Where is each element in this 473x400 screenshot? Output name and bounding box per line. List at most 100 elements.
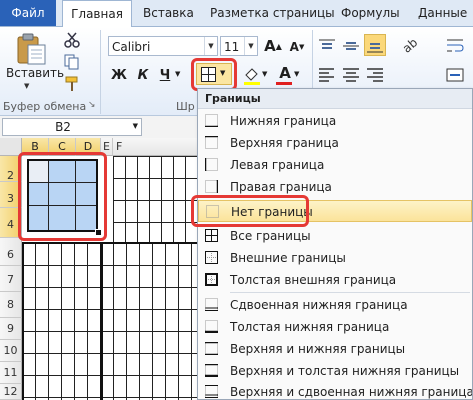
top-double-bottom-border-icon: [205, 385, 218, 398]
align-top-icon[interactable]: [318, 38, 336, 54]
svg-text:ab: ab: [400, 36, 418, 54]
menu-item-label: Верхняя и сдвоенная нижняя граница: [230, 385, 472, 399]
chevron-down-icon[interactable]: ▼: [262, 70, 267, 78]
paste-icon[interactable]: [14, 32, 48, 66]
font-group-label: Шр: [176, 100, 195, 113]
grow-font-label: A: [264, 37, 276, 55]
align-center-icon[interactable]: [342, 66, 360, 82]
underline-button[interactable]: Ч: [156, 66, 174, 84]
align-right-icon[interactable]: [366, 66, 384, 82]
tab-data[interactable]: Данные: [418, 0, 467, 26]
borders-button[interactable]: ▼: [196, 63, 232, 85]
font-size-value: 11: [224, 40, 240, 54]
bottom-border-icon: [205, 114, 218, 127]
top-border-icon: [205, 136, 218, 149]
chevron-down-icon[interactable]: ▼: [133, 122, 138, 130]
row-header-10[interactable]: 10: [0, 340, 22, 362]
tab-file[interactable]: Файл: [0, 0, 56, 26]
menu-item-top-double-bottom-border[interactable]: Верхняя и сдвоенная нижняя граница: [198, 381, 472, 400]
thick-outside-border-icon: [205, 273, 218, 286]
menu-item-top-border[interactable]: Верхняя граница: [198, 132, 472, 154]
chevron-down-icon[interactable]: ▼: [204, 37, 217, 55]
format-painter-icon[interactable]: [64, 76, 80, 92]
menu-separator: [230, 292, 470, 293]
tab-formulas[interactable]: Формулы: [341, 0, 400, 26]
menu-item-double-bottom-border[interactable]: Сдвоенная нижняя граница: [198, 294, 472, 316]
menu-item-outside-borders[interactable]: Внешние границы: [198, 247, 472, 269]
group-separator: [100, 30, 101, 114]
tab-home[interactable]: Главная: [62, 0, 132, 28]
align-bottom-icon: [367, 43, 383, 53]
shrink-font-label: A: [289, 40, 299, 54]
font-size-combo[interactable]: 11 ▼: [220, 36, 258, 56]
italic-button[interactable]: К: [134, 66, 152, 84]
clipboard-group-label: Буфер обмена: [3, 100, 87, 113]
fill-color-icon[interactable]: [242, 66, 262, 86]
tab-page-layout[interactable]: Разметка страницы: [210, 0, 335, 26]
bold-button[interactable]: Ж: [110, 66, 128, 84]
cut-icon[interactable]: [64, 32, 80, 48]
dialog-launcher-icon[interactable]: ↘: [88, 100, 96, 110]
right-border-icon: [205, 180, 218, 193]
all-borders-icon: [201, 67, 216, 82]
copy-icon[interactable]: [64, 54, 80, 70]
thick-border-middle: [100, 242, 103, 400]
cell-grid[interactable]: [22, 243, 200, 400]
cell-grid-right[interactable]: [113, 156, 200, 242]
menu-item-bottom-border[interactable]: Нижняя граница: [198, 110, 472, 132]
menu-item-label: Толстая внешняя граница: [230, 273, 397, 287]
align-middle-icon[interactable]: [342, 38, 360, 54]
outside-borders-icon: [205, 251, 218, 264]
chevron-down-icon[interactable]: ▼: [220, 69, 225, 77]
menu-item-label: Внешние границы: [230, 251, 346, 265]
top-thick-bottom-border-icon: [205, 364, 218, 377]
menu-item-all-borders[interactable]: Все границы: [198, 225, 472, 247]
row-header-12[interactable]: 12: [0, 384, 22, 400]
menu-item-label: Нижняя граница: [230, 114, 337, 128]
align-left-icon[interactable]: [318, 66, 336, 82]
thick-bottom-border-icon: [205, 320, 218, 333]
align-bottom-button[interactable]: [364, 34, 386, 56]
no-border-highlight: [191, 195, 309, 227]
orientation-icon[interactable]: ab: [400, 35, 420, 55]
grow-font-button[interactable]: A ▲: [263, 36, 283, 56]
name-box[interactable]: B2 ▼: [2, 118, 142, 136]
menu-item-label: Толстая нижняя граница: [230, 320, 390, 334]
menu-item-label: Все границы: [230, 229, 311, 243]
font-color-button[interactable]: A: [276, 64, 294, 82]
menu-item-label: Верхняя и толстая нижняя границы: [230, 364, 460, 378]
name-box-value: B2: [55, 120, 71, 134]
all-borders-icon: [205, 229, 218, 242]
menu-item-label: Левая граница: [230, 158, 325, 172]
menu-item-thick-bottom-border[interactable]: Толстая нижняя граница: [198, 316, 472, 338]
double-bottom-border-icon: [205, 298, 218, 311]
chevron-down-icon[interactable]: ▼: [294, 70, 299, 78]
left-border-icon: [205, 158, 218, 171]
merge-icon[interactable]: [446, 66, 464, 84]
shrink-font-button[interactable]: A ▼: [287, 38, 307, 56]
menu-item-label: Сдвоенная нижняя граница: [230, 298, 408, 312]
wrap-text-icon[interactable]: [446, 36, 464, 54]
thick-border-left: [22, 242, 24, 400]
menu-item-left-border[interactable]: Левая граница: [198, 154, 472, 176]
row-header-7[interactable]: 7: [0, 266, 22, 292]
chevron-down-icon[interactable]: ▼: [175, 70, 180, 78]
chevron-down-icon[interactable]: ▼: [244, 37, 257, 55]
row-header-9[interactable]: 9: [0, 318, 22, 340]
tab-insert[interactable]: Вставка: [143, 0, 194, 26]
column-header-f[interactable]: F: [113, 138, 200, 156]
menu-item-top-bottom-border[interactable]: Верхняя и нижняя границы: [198, 338, 472, 360]
font-color-swatch: [276, 82, 292, 85]
paste-button[interactable]: Вставить: [6, 66, 64, 80]
thick-border-top: [22, 242, 200, 244]
menu-item-label: Верхняя и нижняя границы: [230, 342, 406, 356]
menu-item-top-thick-bottom-border[interactable]: Верхняя и толстая нижняя границы: [198, 360, 472, 382]
menu-item-thick-outside-border[interactable]: Толстая внешняя граница: [198, 269, 472, 291]
row-header-6[interactable]: 6: [0, 238, 22, 266]
row-header-11[interactable]: 11: [0, 362, 22, 384]
chevron-down-icon[interactable]: ▼: [24, 82, 29, 90]
borders-menu-header: Границы: [198, 89, 472, 109]
selection-highlight: [18, 152, 107, 241]
font-name-combo[interactable]: Calibri ▼: [108, 36, 218, 56]
row-header-8[interactable]: 8: [0, 292, 22, 318]
